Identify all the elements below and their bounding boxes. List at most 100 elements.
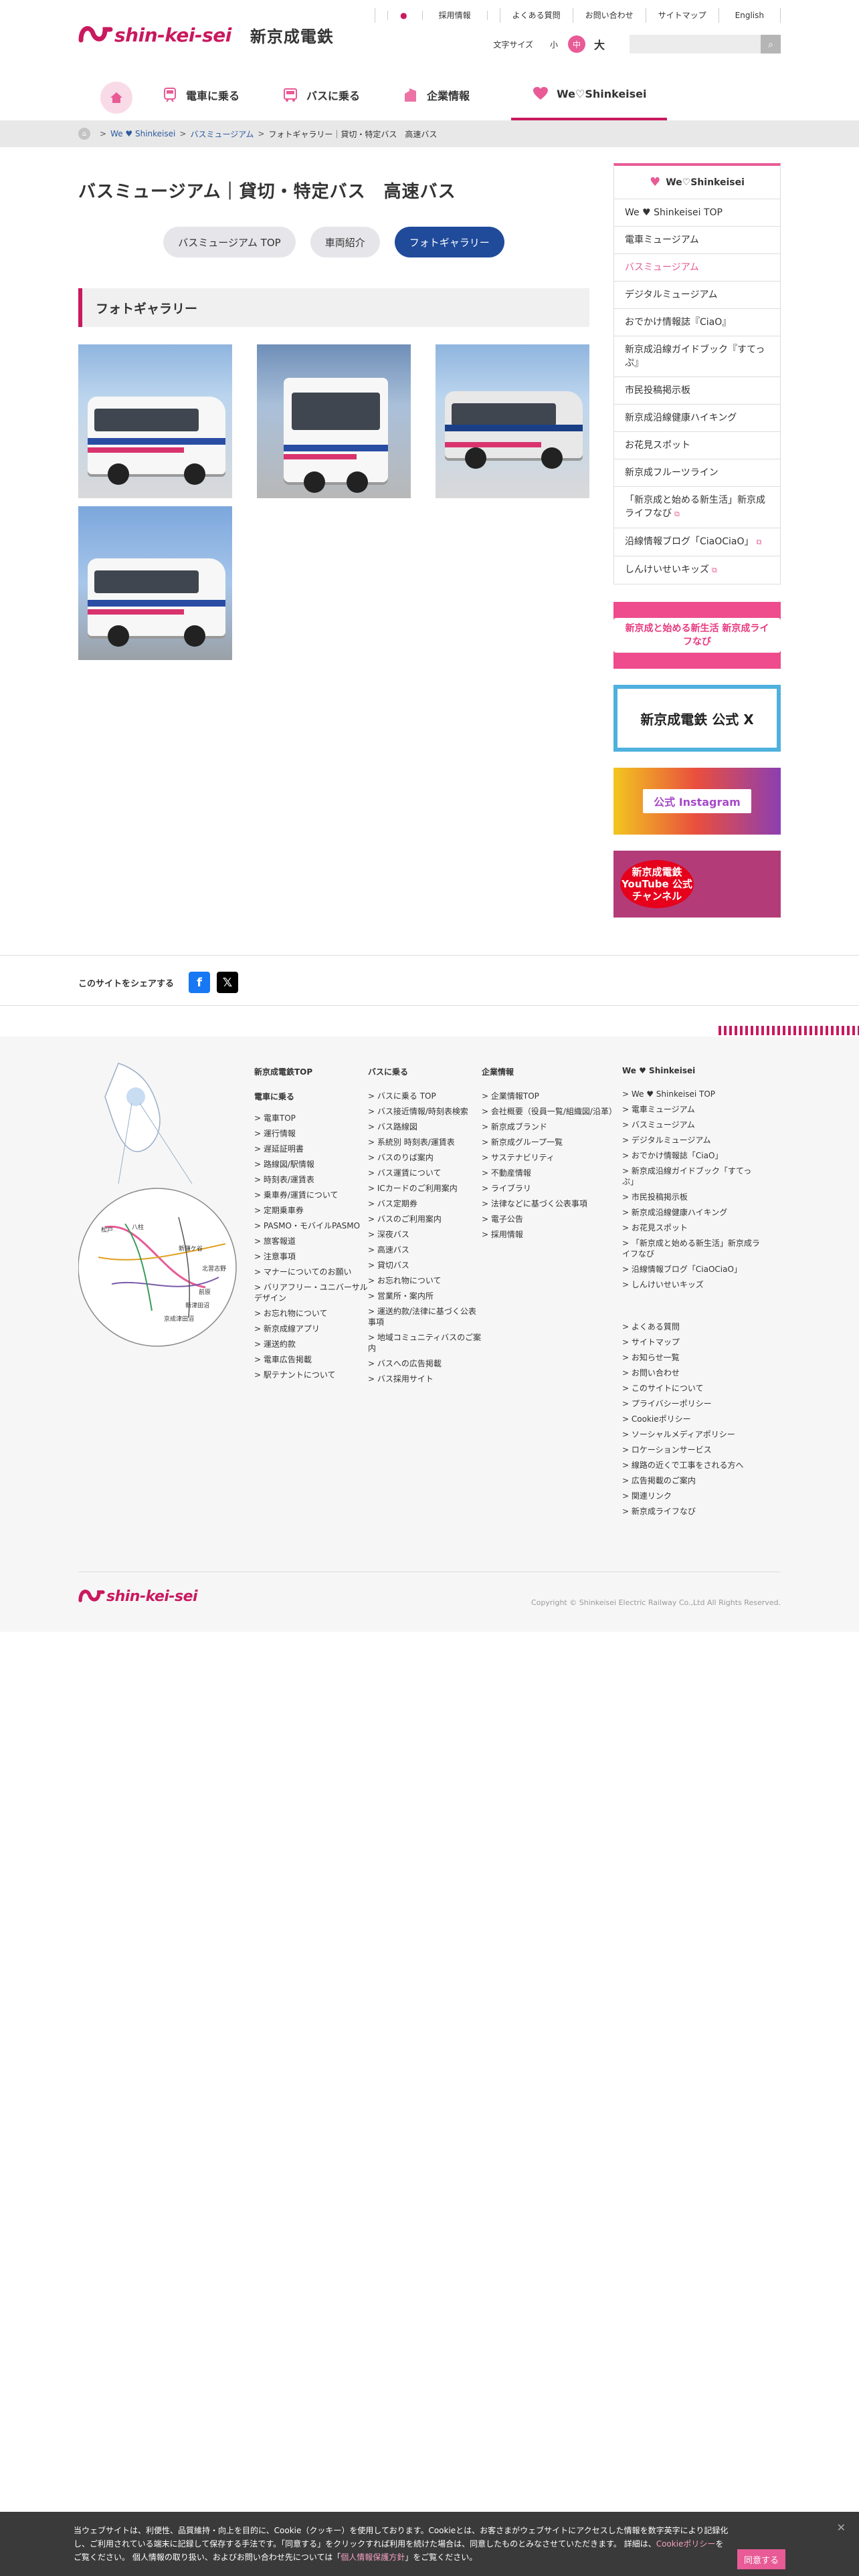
footer-link[interactable]: 会社概要（役員一覧/組織図/沿革） [482,1106,622,1117]
footer-link[interactable]: 不動産情報 [482,1168,622,1178]
banner-youtube[interactable]: 新京成電鉄 YouTube 公式 チャンネル [613,851,781,918]
footer-link[interactable]: 高速バス [368,1245,482,1255]
footer-link[interactable]: 定期乗車券 [254,1205,368,1216]
footer-link[interactable]: 新京成ブランド [482,1121,622,1132]
footer-link[interactable]: 乗車券/運賃について [254,1190,368,1200]
footer-link[interactable]: 市民投稿掲示板 [622,1192,763,1202]
util-link-sitemap[interactable]: サイトマップ [645,8,719,23]
facebook-share-button[interactable]: f [189,972,211,993]
footer-link[interactable]: バス定期券 [368,1198,482,1209]
sidebar-item-board[interactable]: 市民投稿掲示板 [614,377,780,405]
sidebar-item-top[interactable]: We ♥ Shinkeisei TOP [614,199,780,227]
sidebar-item-life-navi[interactable]: 「新京成と始める新生活」新京成ライフなび ⧉ [614,487,780,528]
banner-instagram[interactable]: 公式 Instagram [613,768,781,835]
gnav-item-company[interactable]: 企業情報 [401,70,470,120]
footer-link[interactable]: お忘れ物について [254,1308,368,1319]
footer-link[interactable]: 「新京成と始める新生活」新京成ライフなび [622,1238,763,1259]
tab-bus-museum-top[interactable]: バスミュージアム TOP [163,227,296,257]
sidebar-item-hiking[interactable]: 新京成沿線健康ハイキング [614,405,780,432]
footer-link[interactable]: お忘れ物について [368,1275,482,1286]
cookie-policy-link[interactable]: Cookieポリシー [656,2539,716,2549]
footer-link[interactable]: バスのご利用案内 [368,1214,482,1224]
footer-link[interactable]: バスへの広告掲載 [368,1358,482,1369]
footer-link[interactable]: 企業情報TOP [482,1091,622,1101]
sidebar-item-blog[interactable]: 沿線情報ブログ「CiaOCiaO」 ⧉ [614,528,780,556]
footer-col-subtitle[interactable]: 電車に乗る [254,1091,368,1102]
util-link-english[interactable]: English [718,8,781,23]
footer-link[interactable]: 新京成沿線健康ハイキング [622,1207,763,1218]
footer-link[interactable]: お知らせ一覧 [622,1352,763,1363]
footer-link[interactable]: お問い合わせ [622,1368,763,1378]
footer-link[interactable]: 駅テナントについて [254,1370,368,1380]
footer-link[interactable]: 電子公告 [482,1214,622,1224]
footer-link[interactable]: 関連リンク [622,1491,763,1501]
footer-link[interactable]: マナーについてのお願い [254,1267,368,1277]
sidebar-item-ciao[interactable]: おでかけ情報誌『CiaO』 [614,309,780,336]
footer-link[interactable]: 地域コミュニティバスのご案内 [368,1332,482,1354]
footer-link[interactable]: 路線図/駅情報 [254,1159,368,1170]
banner-x[interactable]: 新京成電鉄 公式 X [613,685,781,752]
banner-life-navi[interactable]: 新京成と始める新生活 新京成ライフなび [613,602,781,669]
gnav-item-bus[interactable]: バスに乗る [281,70,360,120]
sidebar-item-fruit-line[interactable]: 新京成フルーツライン [614,459,780,487]
footer-link[interactable]: 貸切バス [368,1260,482,1271]
footer-link[interactable]: 法律などに基づく公表事項 [482,1198,622,1209]
tab-vehicle-intro[interactable]: 車両紹介 [310,227,380,257]
footer-link[interactable]: サイトマップ [622,1337,763,1348]
footer-link[interactable]: 遅延証明書 [254,1144,368,1154]
footer-link[interactable]: 新京成沿線ガイドブック「すてっぷ」 [622,1166,763,1187]
search-button[interactable]: ⌕ [761,35,781,53]
breadcrumb-home-icon[interactable]: ⌂ [78,128,90,140]
font-size-medium[interactable]: 中 [568,35,585,53]
footer-link[interactable]: ICカードのご利用案内 [368,1183,482,1194]
footer-link[interactable]: 時刻表/運賃表 [254,1174,368,1185]
footer-link[interactable]: ライブラリ [482,1183,622,1194]
footer-link[interactable]: 旅客報道 [254,1236,368,1247]
footer-link[interactable]: 採用情報 [482,1229,622,1240]
gallery-photo[interactable] [436,344,589,498]
sidebar-item-guidebook[interactable]: 新京成沿線ガイドブック『すてっぷ』 [614,336,780,377]
footer-link[interactable]: おでかけ情報誌「CiaO」 [622,1150,763,1161]
footer-link[interactable]: 電車ミュージアム [622,1104,763,1115]
footer-link[interactable]: ソーシャルメディアポリシー [622,1429,763,1440]
footer-link[interactable]: 深夜バス [368,1229,482,1240]
footer-link[interactable]: 系統別 時刻表/運賃表 [368,1137,482,1148]
footer-link[interactable]: よくある質問 [622,1321,763,1332]
footer-link[interactable]: 広告掲載のご案内 [622,1475,763,1486]
home-button[interactable] [100,82,132,114]
footer-col-title[interactable]: 企業情報 [482,1066,622,1077]
privacy-policy-link[interactable]: 個人情報保護方針 [341,2553,405,2562]
footer-link[interactable]: 電車広告掲載 [254,1354,368,1365]
sidebar-item-bus-museum[interactable]: バスミュージアム [614,254,780,282]
footer-link[interactable]: デジタルミュージアム [622,1135,763,1146]
sidebar-item-train-museum[interactable]: 電車ミュージアム [614,227,780,254]
footer-col-title[interactable]: バスに乗る [368,1066,482,1077]
footer-link[interactable]: 新京成グループ一覧 [482,1137,622,1148]
gallery-photo[interactable] [78,506,232,660]
footer-link[interactable]: PASMO・モバイルPASMO [254,1220,368,1231]
footer-link[interactable]: バス路線図 [368,1121,482,1132]
cookie-agree-button[interactable]: 同意する [737,2549,785,2569]
breadcrumb-link-we[interactable]: We ♥ Shinkeisei [110,129,175,138]
footer-col-title[interactable]: We ♥ Shinkeisei [622,1066,763,1075]
footer-logo[interactable]: shin-kei-sei [78,1585,198,1608]
gallery-photo[interactable] [257,344,411,498]
footer-link[interactable]: 新京成ライフなび [622,1506,763,1517]
sidebar-item-kids[interactable]: しんけいせいキッズ ⧉ [614,556,780,584]
footer-link[interactable]: プライバシーポリシー [622,1398,763,1409]
search-input[interactable] [630,35,761,53]
footer-link[interactable]: 新京成線アプリ [254,1323,368,1334]
close-icon[interactable]: ✕ [837,2521,846,2534]
site-logo[interactable]: shin-kei-sei 新京成電鉄 [78,20,334,49]
font-size-large[interactable]: 大 [591,35,608,53]
util-link-contact[interactable]: お問い合わせ [572,8,646,23]
util-link-recruit[interactable]: ● 採用情報 [375,8,500,23]
footer-link[interactable]: ロケーションサービス [622,1444,763,1455]
footer-link[interactable]: 線路の近くで工事をされる方へ [622,1460,763,1471]
footer-link[interactable]: バスミュージアム [622,1119,763,1130]
footer-link[interactable]: バス採用サイト [368,1374,482,1384]
footer-col-title[interactable]: 新京成電鉄TOP [254,1066,368,1077]
breadcrumb-link-bus-museum[interactable]: バスミュージアム [190,128,254,140]
tab-photo-gallery[interactable]: フォトギャラリー [394,227,504,257]
footer-link[interactable]: 運送約款 [254,1339,368,1350]
